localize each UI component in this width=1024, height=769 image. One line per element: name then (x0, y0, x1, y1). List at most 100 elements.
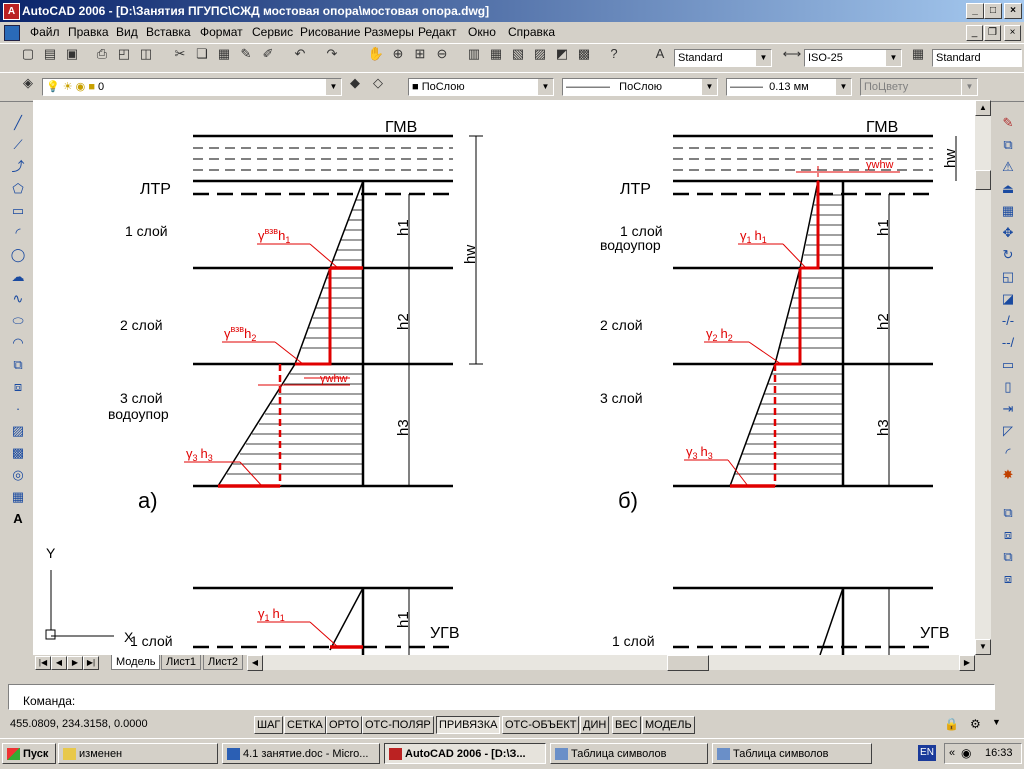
maximize-button[interactable]: □ (984, 3, 1002, 19)
rectangle-icon[interactable]: ▭ (8, 201, 28, 221)
lineweight-toggle[interactable]: ВЕС (612, 716, 641, 734)
menu-view[interactable]: Вид (116, 25, 138, 39)
layer-previous-icon[interactable]: ◇ (368, 73, 388, 93)
ortho-toggle[interactable]: ОРТО (326, 716, 363, 734)
arc-icon[interactable]: ◜ (8, 223, 28, 243)
menu-dimension[interactable]: Размеры (364, 25, 414, 39)
snap-toggle[interactable]: ШАГ (254, 716, 284, 734)
menu-insert[interactable]: Вставка (146, 25, 191, 39)
text-style-select[interactable]: Standard ▼ (674, 49, 772, 67)
command-line[interactable]: Команда: (8, 684, 995, 710)
sheet-set-icon[interactable]: ▨ (530, 44, 550, 64)
doc-close-button[interactable]: × (1004, 25, 1021, 41)
grid-toggle[interactable]: СЕТКА (284, 716, 326, 734)
language-indicator[interactable]: EN (918, 745, 936, 761)
polygon-icon[interactable]: ⬠ (8, 179, 28, 199)
save-icon[interactable]: ▣ (62, 44, 82, 64)
new-icon[interactable]: ▢ (18, 44, 38, 64)
doc-restore-button[interactable]: ❐ (984, 25, 1001, 41)
menu-edit[interactable]: Правка (68, 25, 109, 39)
tray-expand-icon[interactable]: « (949, 747, 955, 759)
tab-first-icon[interactable]: |◀ (35, 656, 51, 670)
scroll-down-icon[interactable]: ▼ (975, 639, 991, 655)
break-at-point-icon[interactable]: ▭ (998, 355, 1018, 375)
layer-manager-icon[interactable]: ◈ (18, 73, 38, 93)
ellipse-arc-icon[interactable]: ◠ (8, 333, 28, 353)
polar-toggle[interactable]: ОТС-ПОЛЯР (362, 716, 434, 734)
doc-minimize-button[interactable]: _ (966, 25, 983, 41)
make-block-icon[interactable]: ⧈ (8, 377, 28, 397)
clock[interactable]: 16:33 (985, 747, 1013, 759)
open-icon[interactable]: ▤ (40, 44, 60, 64)
tab-layout2[interactable]: Лист2 (203, 655, 244, 670)
erase-icon[interactable]: ✎ (998, 113, 1018, 133)
cut-icon[interactable]: ✂ (170, 44, 190, 64)
offset-icon[interactable]: ⏏ (998, 179, 1018, 199)
scroll-up-icon[interactable]: ▲ (975, 100, 991, 116)
gradient-icon[interactable]: ▩ (8, 443, 28, 463)
task-charmap-2[interactable]: Таблица символов (712, 743, 872, 764)
point-icon[interactable]: · (8, 399, 28, 419)
copy-object-icon[interactable]: ⧉ (998, 135, 1018, 155)
send-under-icon[interactable]: ⧈ (998, 569, 1018, 589)
copy-icon[interactable]: ❏ (192, 44, 212, 64)
menu-window[interactable]: Окно (468, 25, 496, 39)
lineweight-select[interactable]: ——— 0.13 мм ▼ (726, 78, 852, 96)
properties-icon[interactable]: ▥ (464, 44, 484, 64)
tab-prev-icon[interactable]: ◀ (51, 656, 67, 670)
insert-block-icon[interactable]: ⧉ (8, 355, 28, 375)
layer-select[interactable]: 💡 ☀ ◉ ■ 0 ▼ (42, 78, 342, 96)
tab-layout1[interactable]: Лист1 (161, 655, 202, 670)
osnap-toggle[interactable]: ПРИВЯЗКА (436, 716, 501, 734)
otrack-toggle[interactable]: ОТС-ОБЪЕКТ (502, 716, 580, 734)
minimize-button[interactable]: _ (966, 3, 984, 19)
start-button[interactable]: Пуск (2, 743, 56, 764)
bring-to-front-icon[interactable]: ⧉ (998, 503, 1018, 523)
drawing-canvas[interactable]: ГМВ ГМВ ЛТР ЛТР УГВ УГВ 1 слой 2 слой 3 … (33, 100, 975, 655)
status-menu-icon[interactable]: ▼ (992, 717, 1004, 731)
task-charmap-1[interactable]: Таблица символов (550, 743, 708, 764)
menu-modify[interactable]: Редакт (418, 25, 456, 39)
scroll-right-icon[interactable]: ▶ (959, 655, 975, 671)
region-icon[interactable]: ◎ (8, 465, 28, 485)
menu-file[interactable]: Файл (30, 25, 60, 39)
calculator-icon[interactable]: ▩ (574, 44, 594, 64)
undo-icon[interactable]: ↶ (290, 44, 310, 64)
ellipse-icon[interactable]: ⬭ (8, 311, 28, 331)
move-icon[interactable]: ✥ (998, 223, 1018, 243)
spline-icon[interactable]: ∿ (8, 289, 28, 309)
extend-icon[interactable]: --/ (998, 333, 1018, 353)
redo-icon[interactable]: ↷ (322, 44, 342, 64)
menu-help[interactable]: Справка (508, 25, 555, 39)
construction-line-icon[interactable]: ⟋ (8, 135, 28, 155)
circle-icon[interactable]: ◯ (8, 245, 28, 265)
trim-icon[interactable]: -/- (998, 311, 1018, 331)
polyline-icon[interactable]: ⤴ (8, 157, 28, 177)
mirror-icon[interactable]: ⚠ (998, 157, 1018, 177)
publish-icon[interactable]: ◫ (136, 44, 156, 64)
revision-cloud-icon[interactable]: ☁ (8, 267, 28, 287)
plot-icon[interactable]: ⎙ (92, 44, 112, 64)
autocad-app-icon[interactable]: A (3, 3, 20, 20)
tab-model[interactable]: Модель (111, 655, 161, 670)
document-icon[interactable] (4, 25, 20, 41)
zoom-realtime-icon[interactable]: ⊕ (388, 44, 408, 64)
multiline-text-icon[interactable]: A (8, 509, 28, 529)
join-icon[interactable]: ⇥ (998, 399, 1018, 419)
line-icon[interactable]: ╱ (8, 113, 28, 133)
tray-settings-icon[interactable]: ⚙ (970, 717, 986, 731)
vertical-scrollbar[interactable]: ▲ ▼ (975, 100, 991, 655)
horizontal-scrollbar[interactable]: ◀ ▶ (247, 655, 975, 671)
menu-tools[interactable]: Сервис (252, 25, 293, 39)
rotate-icon[interactable]: ↻ (998, 245, 1018, 265)
bring-above-icon[interactable]: ⧉ (998, 547, 1018, 567)
markup-icon[interactable]: ◩ (552, 44, 572, 64)
close-button[interactable]: × (1004, 3, 1022, 19)
scroll-left-icon[interactable]: ◀ (247, 655, 263, 671)
fillet-icon[interactable]: ◜ (998, 443, 1018, 463)
match-properties-icon[interactable]: ✎ (236, 44, 256, 64)
array-icon[interactable]: ▦ (998, 201, 1018, 221)
dyn-toggle[interactable]: ДИН (580, 716, 610, 734)
task-word[interactable]: 4.1 занятие.doc - Micro... (222, 743, 380, 764)
explode-icon[interactable]: ✸ (998, 465, 1018, 485)
